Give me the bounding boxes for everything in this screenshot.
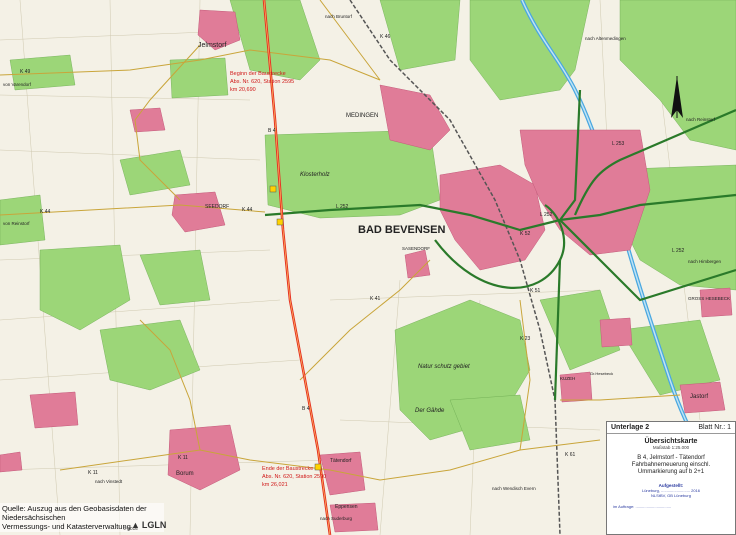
b4-marker-start [269,185,277,193]
direction-label: nach Suderburg [320,516,353,521]
road-label: K 23 [520,336,531,342]
town-label-borum: Borum [176,471,194,477]
legend-project-line: Fahrbahnerneuerung einschl. [631,462,711,468]
direction-label: nach Altenmedingen [585,36,626,41]
legend-project: B 4, Jelmstorf - Tätendorf Fahrbahnerneu… [607,455,735,476]
end-note-line: Ende der Baustrecke [262,466,313,472]
forest-label: Der Gähde [415,408,445,414]
direction-label: nach Reinstorf [686,117,716,122]
road-label: K 41 [370,296,381,302]
road-label: B 4 [268,128,276,134]
town-label-taendorf: Tätendorf [330,458,352,464]
settlement-small [0,451,23,473]
end-note-line: Abs. Nr. 620, Station 2590 [262,474,326,480]
settlement-west [29,391,79,429]
road-label: L 253 [612,141,625,147]
lgln-logo: ▲ LGLN [131,520,166,530]
road-label: K 51 [530,288,541,294]
b4-marker [276,218,284,226]
road-label: K 52 [520,231,531,237]
road-label: K 44 [40,209,51,215]
legend-blatt: Blatt Nr.: 1 [698,424,731,431]
begin-note-line: km 20,690 [230,87,256,93]
road-label: K 49 [20,69,31,75]
road-label: K 11 [178,455,188,461]
direction-label: nach Bruntorf [325,14,353,19]
legend-title: Übersichtskarte [644,438,698,445]
b4-marker-end [314,463,322,471]
direction-label: nach Himbergen [688,259,722,264]
road-label: L 252 [672,248,685,254]
town-label-jelmstorf: Jelmstorf [198,42,226,49]
road-label: L 252 [540,212,553,218]
direction-label: von Varendorf [3,82,32,87]
town-label-gross-hesebeck: GROSS HESEBECK [688,296,730,301]
direction-label: nach Wendisch Evern [492,486,536,491]
forest-area [0,194,46,246]
road-label: K 44 [242,207,253,213]
legend-office: NLStBV, GB Lüneburg [651,493,691,498]
road-label: L 252 [336,204,349,210]
town-label-kuzeh: KUZEH [560,376,575,381]
forest-label: Natur schutz gebiet [418,364,470,370]
road-label: K 61 [565,452,576,458]
lgln-logo-text: LGLN [141,520,167,530]
legend-project-line: B 4, Jelmstorf - Tätendorf [637,455,705,461]
direction-label: nach Vinstedt [95,479,123,484]
legend-im-auftrage: im Auftrage: ...........................… [613,504,672,509]
town-label-eppensen: Eppensen [335,504,358,510]
road-label: B 4 [302,406,310,412]
town-label-seedorf: SEEDORF [205,204,229,210]
town-label-medingen: MEDINGEN [346,113,378,119]
road-label: K 11 [88,470,98,476]
town-label-gr-hesebeck: Gr.Hesebeck [590,371,613,376]
map-legend-box: Unterlage 2 Blatt Nr.: 1 Übersichtskarte… [606,421,736,535]
begin-note-line: Beginn der Baustrecke [230,71,286,77]
settlement-gross-hesebeck [699,287,733,318]
end-note-line: km 26,021 [262,482,288,488]
forest-label: Klosterholz [300,172,330,178]
legend-project-line: Ummarkierung auf b 2+1 [637,469,705,475]
town-label-jastorf: Jastorf [690,394,708,400]
direction-label: von Reinstorf [3,221,30,226]
legend-unterlage: Unterlage 2 [611,424,650,431]
legend-header-row: Unterlage 2 Blatt Nr.: 1 [607,422,735,434]
legend-scale: Maßstab 1:25.000 [652,445,690,450]
road-label: K 46 [380,34,391,40]
town-label-sasendorf: SASENDORF [402,246,430,251]
town-label-bad-bevensen: BAD BEVENSEN [358,224,445,236]
forest-area [169,57,229,99]
settlement-small [599,317,633,348]
begin-note-line: Abs. Nr. 620, Station 2595 [230,79,294,85]
lgln-logo-icon: ▲ [131,520,140,530]
